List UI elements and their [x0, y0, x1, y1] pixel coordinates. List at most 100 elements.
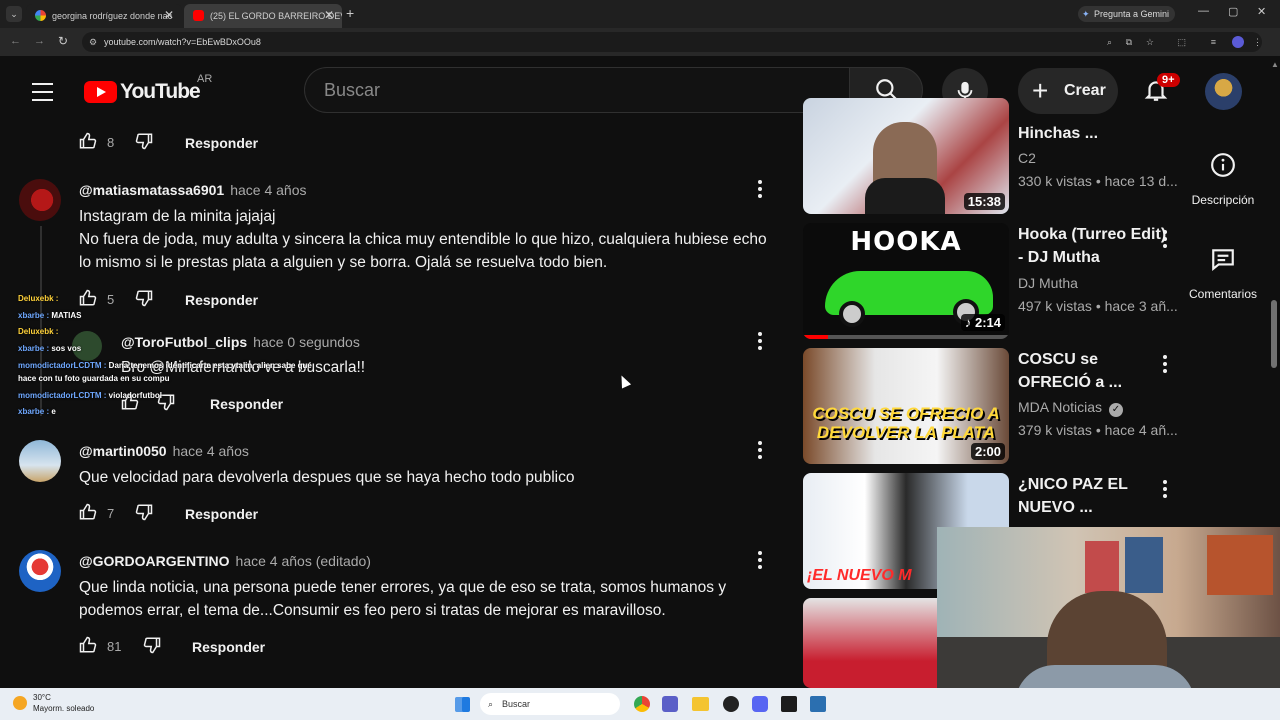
- terminal-icon[interactable]: [781, 696, 797, 712]
- minimize-button[interactable]: —: [1198, 5, 1209, 17]
- comment-time[interactable]: hace 4 años (editado): [236, 553, 371, 569]
- video-thumbnail[interactable]: HOOKA ♪ 2:14: [803, 223, 1009, 339]
- reply-button[interactable]: Responder: [185, 135, 258, 151]
- new-tab-button[interactable]: +: [346, 5, 354, 21]
- comment-menu-icon[interactable]: [758, 332, 764, 353]
- scroll-up-icon[interactable]: ▲: [1271, 60, 1279, 69]
- comment-time[interactable]: hace 4 años: [230, 182, 306, 198]
- obs-icon[interactable]: [723, 696, 739, 712]
- channel-label[interactable]: MDA Noticias: [1018, 399, 1102, 415]
- avatar[interactable]: [1205, 73, 1242, 110]
- thumbs-down-icon[interactable]: [135, 289, 153, 307]
- chat-user: xbarbe :: [18, 344, 50, 353]
- comment-text: Que velocidad para devolverla despues qu…: [79, 469, 575, 486]
- reply-button[interactable]: Responder: [192, 639, 265, 655]
- scrollbar-thumb[interactable]: [1271, 300, 1277, 368]
- close-icon[interactable]: ✕: [324, 8, 334, 22]
- forward-icon[interactable]: →: [34, 35, 45, 47]
- comment-author[interactable]: @GORDOARGENTINO hace 4 años (editado): [79, 553, 371, 569]
- menu-icon[interactable]: [32, 83, 53, 107]
- comment-menu-icon[interactable]: [758, 551, 764, 572]
- youtube-logo[interactable]: YouTube: [84, 80, 201, 104]
- duration-text: 2:14: [974, 315, 1001, 330]
- teams-icon[interactable]: [662, 696, 678, 712]
- thumbs-down-icon[interactable]: [143, 636, 161, 654]
- site-info-icon[interactable]: ⚙: [89, 32, 97, 52]
- chrome-icon[interactable]: [634, 696, 650, 712]
- description-button[interactable]: Descripción: [1186, 152, 1260, 207]
- author-name[interactable]: @ToroFutbol_clips: [121, 334, 247, 350]
- youtube-header: YouTube AR Buscar + Crear 9+: [0, 56, 1280, 122]
- video-title[interactable]: Hinchas ...: [1018, 122, 1168, 145]
- url-field[interactable]: ⚙ youtube.com/watch?v=EbEwBDxOOu8 ⌕ ⧉ ☆ …: [82, 32, 1262, 52]
- channel-name[interactable]: DJ Mutha: [1018, 275, 1078, 291]
- comments-button[interactable]: Comentarios: [1186, 246, 1260, 301]
- reply-button[interactable]: Responder: [210, 396, 283, 412]
- thumbs-up-icon[interactable]: [79, 289, 97, 307]
- windows-start-icon[interactable]: [455, 697, 470, 712]
- gemini-icon: ✦: [1082, 9, 1090, 19]
- discord-icon[interactable]: [752, 696, 768, 712]
- weather-text[interactable]: Mayorm. soleado: [33, 704, 94, 713]
- taskbar-search[interactable]: ⌕ Buscar: [480, 693, 620, 715]
- chat-text: sos vos: [51, 344, 82, 353]
- media-icon[interactable]: ≡: [1211, 32, 1216, 52]
- chat-message: momodictadorLCDTM : violadorfutbol: [18, 391, 162, 400]
- avatar[interactable]: [19, 440, 61, 482]
- comment-author[interactable]: @ToroFutbol_clips hace 0 segundos: [121, 334, 360, 350]
- comment-time[interactable]: hace 4 años: [173, 443, 249, 459]
- profile-avatar[interactable]: [1232, 36, 1244, 48]
- menu-icon[interactable]: ⋮: [1253, 32, 1262, 52]
- webcam-poster: [1085, 541, 1119, 593]
- search-input[interactable]: Buscar: [304, 67, 850, 113]
- bookmark-star-icon[interactable]: ☆: [1146, 32, 1154, 52]
- video-duration: 2:00: [970, 443, 1005, 460]
- thumbs-up-icon[interactable]: [79, 132, 97, 150]
- comment-menu-icon[interactable]: [758, 180, 764, 201]
- channel-name[interactable]: C2: [1018, 150, 1036, 166]
- tab-youtube[interactable]: (25) EL GORDO BARREIRO DEVO ✕: [184, 4, 342, 28]
- author-name[interactable]: @matiasmatassa6901: [79, 182, 224, 198]
- chat-message: xbarbe : MATIAS: [18, 311, 81, 320]
- close-icon[interactable]: ✕: [164, 8, 174, 22]
- comment-menu-icon[interactable]: [758, 441, 764, 462]
- tab-google[interactable]: georgina rodríguez donde nac ✕: [26, 4, 182, 28]
- video-title[interactable]: COSCU se OFRECIÓ a ...: [1018, 348, 1168, 394]
- channel-name[interactable]: MDA Noticias ✓: [1018, 399, 1123, 417]
- chat-text: violadorfutbol: [108, 391, 162, 400]
- gemini-label: Pregunta a Gemini: [1094, 9, 1170, 19]
- zoom-icon[interactable]: ⌕: [1107, 32, 1112, 52]
- notifications-button[interactable]: 9+: [1143, 73, 1180, 104]
- weather-icon[interactable]: [13, 696, 27, 710]
- maximize-button[interactable]: ▢: [1228, 5, 1238, 18]
- app-icon[interactable]: [810, 696, 826, 712]
- install-icon[interactable]: ⧉: [1126, 32, 1132, 52]
- comment-author[interactable]: @martin0050 hace 4 años: [79, 443, 249, 459]
- create-button[interactable]: + Crear: [1018, 68, 1118, 114]
- tab-search-icon[interactable]: ⌄: [6, 6, 22, 22]
- reply-button[interactable]: Responder: [185, 506, 258, 522]
- extensions-icon[interactable]: ⬚: [1177, 32, 1186, 52]
- thumbs-up-icon[interactable]: [79, 636, 97, 654]
- video-thumbnail[interactable]: COSCU SE OFRECIO A DEVOLVER LA PLATA 2:0…: [803, 348, 1009, 464]
- avatar[interactable]: [19, 550, 61, 592]
- plus-icon: +: [1032, 75, 1049, 106]
- close-window-button[interactable]: ✕: [1257, 5, 1266, 18]
- back-icon[interactable]: ←: [10, 35, 21, 47]
- file-explorer-icon[interactable]: [692, 697, 709, 711]
- weather-temp[interactable]: 30°C: [33, 693, 51, 702]
- video-thumbnail[interactable]: 15:38: [803, 98, 1009, 214]
- comment-author[interactable]: @matiasmatassa6901 hace 4 años: [79, 182, 307, 198]
- author-name[interactable]: @martin0050: [79, 443, 167, 459]
- reload-icon[interactable]: ↻: [58, 34, 68, 48]
- thumbs-up-icon[interactable]: [79, 503, 97, 521]
- video-title[interactable]: Hooka (Turreo Edit) - DJ Mutha: [1018, 223, 1168, 269]
- comment-time[interactable]: hace 0 segundos: [253, 334, 360, 350]
- gemini-button[interactable]: ✦ Pregunta a Gemini: [1078, 6, 1176, 22]
- author-name[interactable]: @GORDOARGENTINO: [79, 553, 230, 569]
- reply-button[interactable]: Responder: [185, 292, 258, 308]
- thumbs-down-icon[interactable]: [135, 503, 153, 521]
- avatar[interactable]: [19, 179, 61, 221]
- thumbs-down-icon[interactable]: [135, 132, 153, 150]
- video-title[interactable]: ¿NICO PAZ EL NUEVO ...: [1018, 473, 1168, 519]
